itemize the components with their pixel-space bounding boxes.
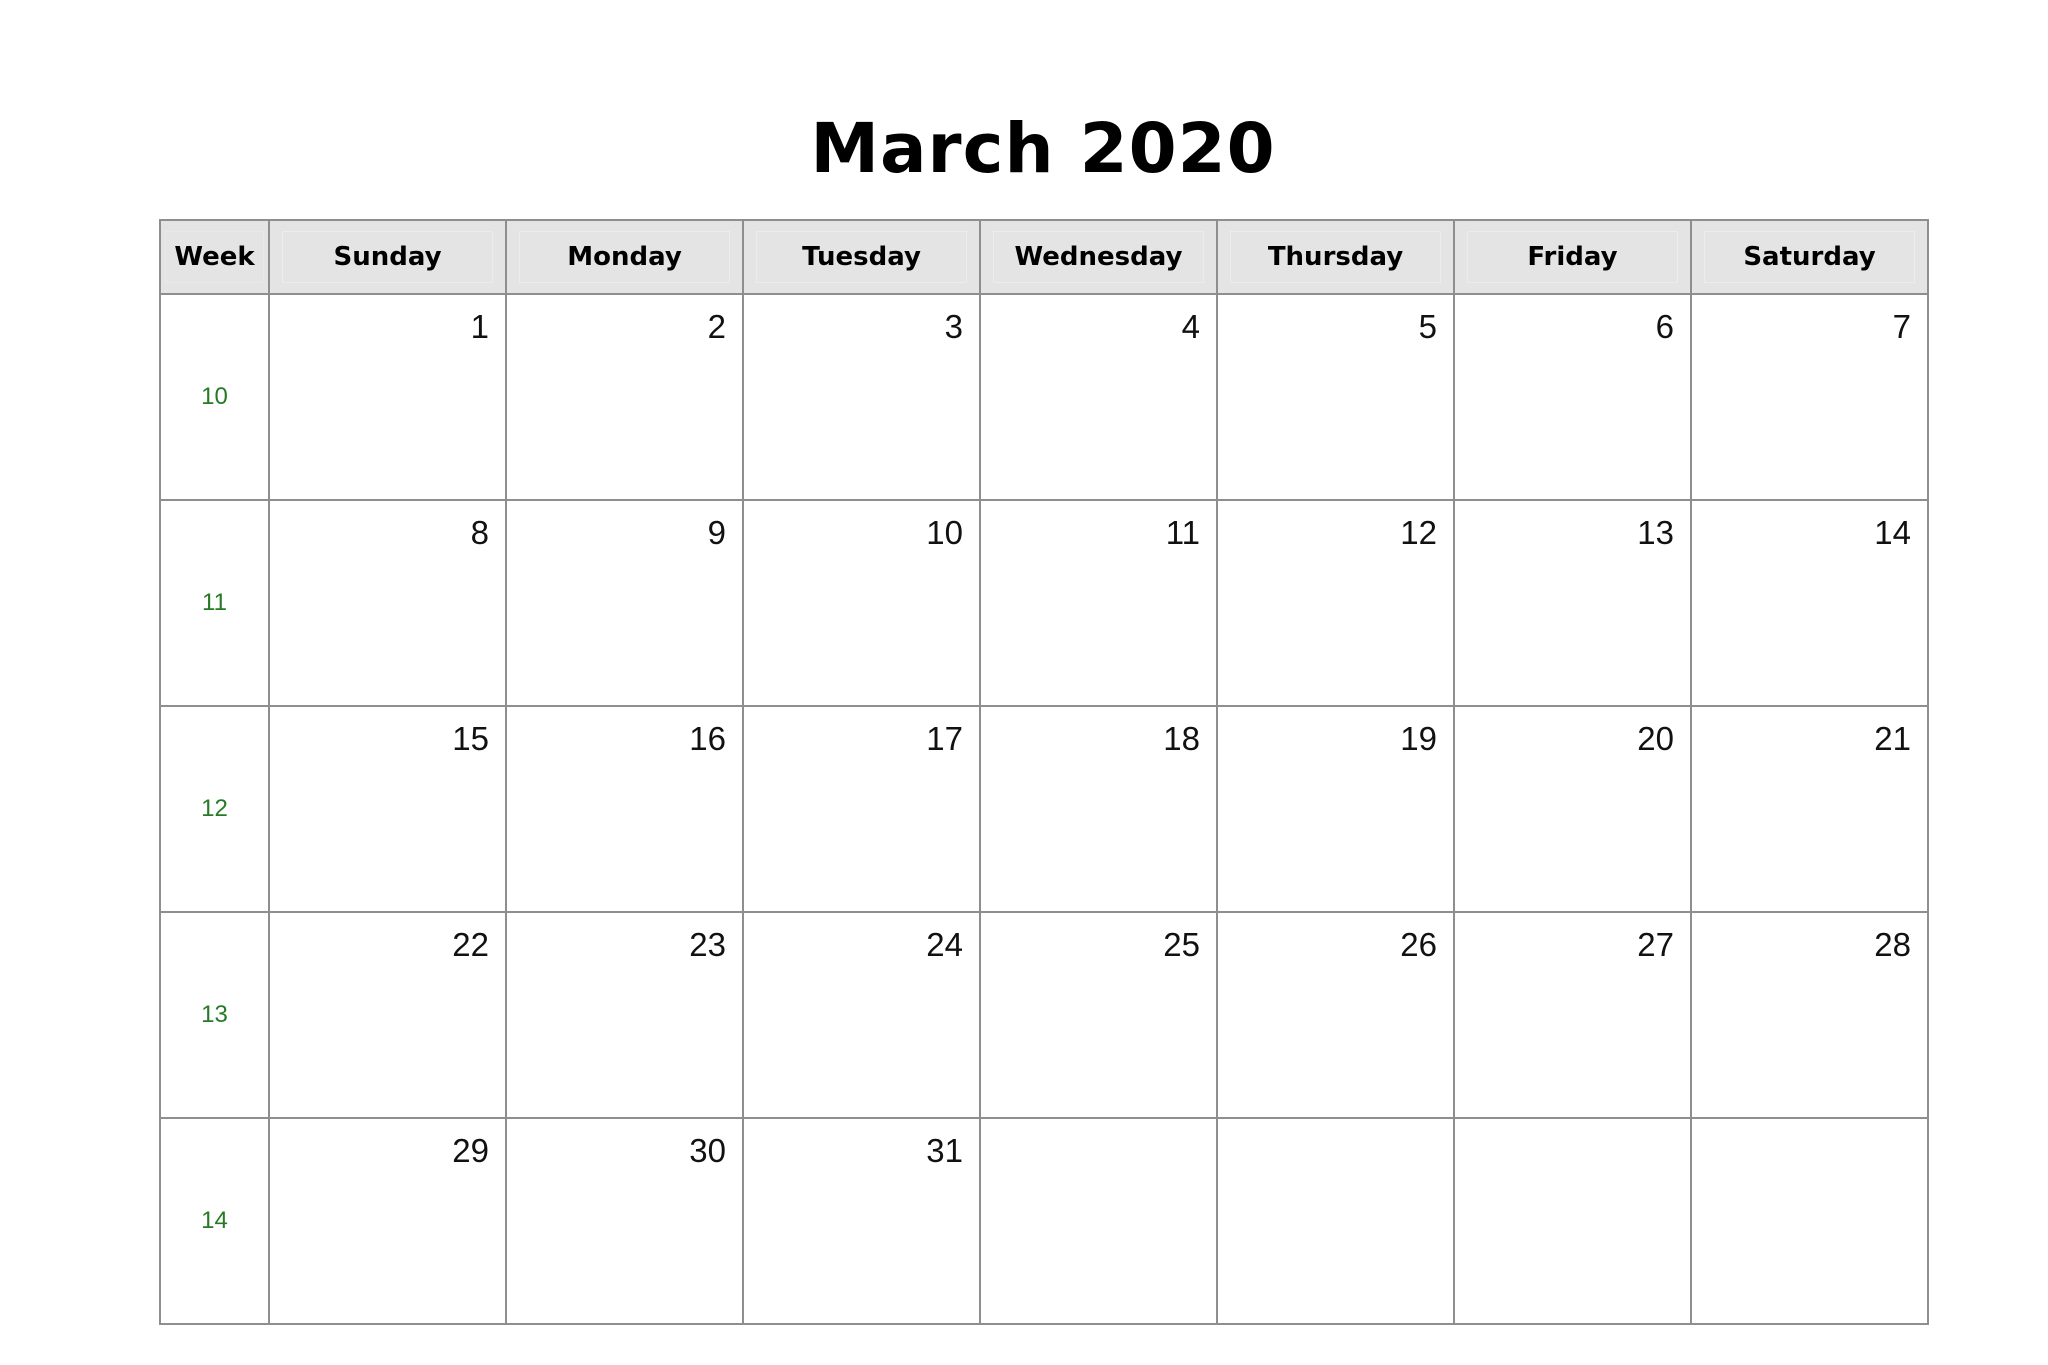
day-cell[interactable]: 17 (742, 705, 981, 913)
day-number: 15 (452, 720, 489, 757)
day-cell[interactable]: 8 (268, 499, 507, 707)
day-header-saturday: Saturday (1690, 219, 1929, 295)
day-number: 18 (1163, 720, 1200, 757)
week-row: 13 22 23 24 25 26 27 28 (159, 911, 1929, 1119)
day-number: 20 (1637, 720, 1674, 757)
day-cell[interactable]: 7 (1690, 293, 1929, 501)
day-cell[interactable]: 14 (1690, 499, 1929, 707)
day-number: 4 (1181, 308, 1200, 345)
day-cell[interactable]: 13 (1453, 499, 1692, 707)
day-cell[interactable]: 6 (1453, 293, 1692, 501)
day-number: 13 (1637, 514, 1674, 551)
day-cell[interactable]: 26 (1216, 911, 1455, 1119)
day-number: 9 (707, 514, 726, 551)
day-cell[interactable]: 25 (979, 911, 1218, 1119)
day-number: 17 (926, 720, 963, 757)
day-header-tuesday: Tuesday (742, 219, 981, 295)
day-header-label: Saturday (1704, 231, 1915, 283)
week-row: 12 15 16 17 18 19 20 21 (159, 705, 1929, 913)
day-cell[interactable]: 19 (1216, 705, 1455, 913)
day-number (1692, 1119, 1927, 1133)
day-cell[interactable] (1690, 1117, 1929, 1325)
calendar-grid: Week Sunday Monday Tuesday Wednesday Thu… (159, 219, 1929, 1325)
day-number: 1 (470, 308, 489, 345)
day-cell[interactable]: 31 (742, 1117, 981, 1325)
day-number: 19 (1400, 720, 1437, 757)
calendar-title: March 2020 (810, 109, 1276, 189)
day-number: 14 (1874, 514, 1911, 551)
day-cell[interactable]: 2 (505, 293, 744, 501)
day-cell[interactable]: 28 (1690, 911, 1929, 1119)
day-cell[interactable]: 24 (742, 911, 981, 1119)
day-cell[interactable]: 12 (1216, 499, 1455, 707)
week-header-label: Week (165, 231, 264, 283)
day-cell[interactable] (979, 1117, 1218, 1325)
day-header-label: Monday (519, 231, 730, 283)
day-cell[interactable]: 3 (742, 293, 981, 501)
day-number: 29 (452, 1132, 489, 1169)
day-number: 16 (689, 720, 726, 757)
day-cell[interactable]: 11 (979, 499, 1218, 707)
day-cell[interactable]: 5 (1216, 293, 1455, 501)
day-cell[interactable]: 27 (1453, 911, 1692, 1119)
day-number: 30 (689, 1132, 726, 1169)
day-number: 28 (1874, 926, 1911, 963)
day-header-friday: Friday (1453, 219, 1692, 295)
week-row: 14 29 30 31 (159, 1117, 1929, 1325)
day-header-sunday: Sunday (268, 219, 507, 295)
header-row: Week Sunday Monday Tuesday Wednesday Thu… (159, 219, 1929, 295)
day-header-label: Tuesday (756, 231, 967, 283)
day-cell[interactable]: 29 (268, 1117, 507, 1325)
day-number: 22 (452, 926, 489, 963)
day-header-label: Friday (1467, 231, 1678, 283)
week-number: 10 (159, 293, 270, 501)
day-cell[interactable] (1216, 1117, 1455, 1325)
day-number: 5 (1418, 308, 1437, 345)
day-number: 24 (926, 926, 963, 963)
day-cell[interactable]: 23 (505, 911, 744, 1119)
day-cell[interactable] (1453, 1117, 1692, 1325)
day-cell[interactable]: 1 (268, 293, 507, 501)
day-number (1218, 1119, 1453, 1133)
day-number: 31 (926, 1132, 963, 1169)
day-number: 12 (1400, 514, 1437, 551)
week-row: 10 1 2 3 4 5 6 7 (159, 293, 1929, 501)
day-number: 27 (1637, 926, 1674, 963)
day-number: 10 (926, 514, 963, 551)
day-cell[interactable]: 22 (268, 911, 507, 1119)
day-number: 8 (470, 514, 489, 551)
day-number (981, 1119, 1216, 1133)
day-header-thursday: Thursday (1216, 219, 1455, 295)
day-cell[interactable]: 10 (742, 499, 981, 707)
day-cell[interactable]: 15 (268, 705, 507, 913)
day-cell[interactable]: 30 (505, 1117, 744, 1325)
day-number: 3 (944, 308, 963, 345)
day-number: 11 (1165, 514, 1200, 551)
week-number: 12 (159, 705, 270, 913)
day-number (1455, 1119, 1690, 1133)
day-header-label: Wednesday (993, 231, 1204, 283)
week-number: 14 (159, 1117, 270, 1325)
day-number: 26 (1400, 926, 1437, 963)
day-header-wednesday: Wednesday (979, 219, 1218, 295)
week-column-header: Week (159, 219, 270, 295)
day-cell[interactable]: 20 (1453, 705, 1692, 913)
week-number: 11 (159, 499, 270, 707)
day-number: 2 (707, 308, 726, 345)
day-cell[interactable]: 18 (979, 705, 1218, 913)
day-number: 7 (1892, 308, 1911, 345)
day-number: 23 (689, 926, 726, 963)
day-header-label: Sunday (282, 231, 493, 283)
day-cell[interactable]: 4 (979, 293, 1218, 501)
day-number: 25 (1163, 926, 1200, 963)
week-row: 11 8 9 10 11 12 13 14 (159, 499, 1929, 707)
week-number: 13 (159, 911, 270, 1119)
day-header-monday: Monday (505, 219, 744, 295)
day-cell[interactable]: 21 (1690, 705, 1929, 913)
day-number: 21 (1874, 720, 1911, 757)
day-cell[interactable]: 16 (505, 705, 744, 913)
day-cell[interactable]: 9 (505, 499, 744, 707)
day-header-label: Thursday (1230, 231, 1441, 283)
day-number: 6 (1655, 308, 1674, 345)
